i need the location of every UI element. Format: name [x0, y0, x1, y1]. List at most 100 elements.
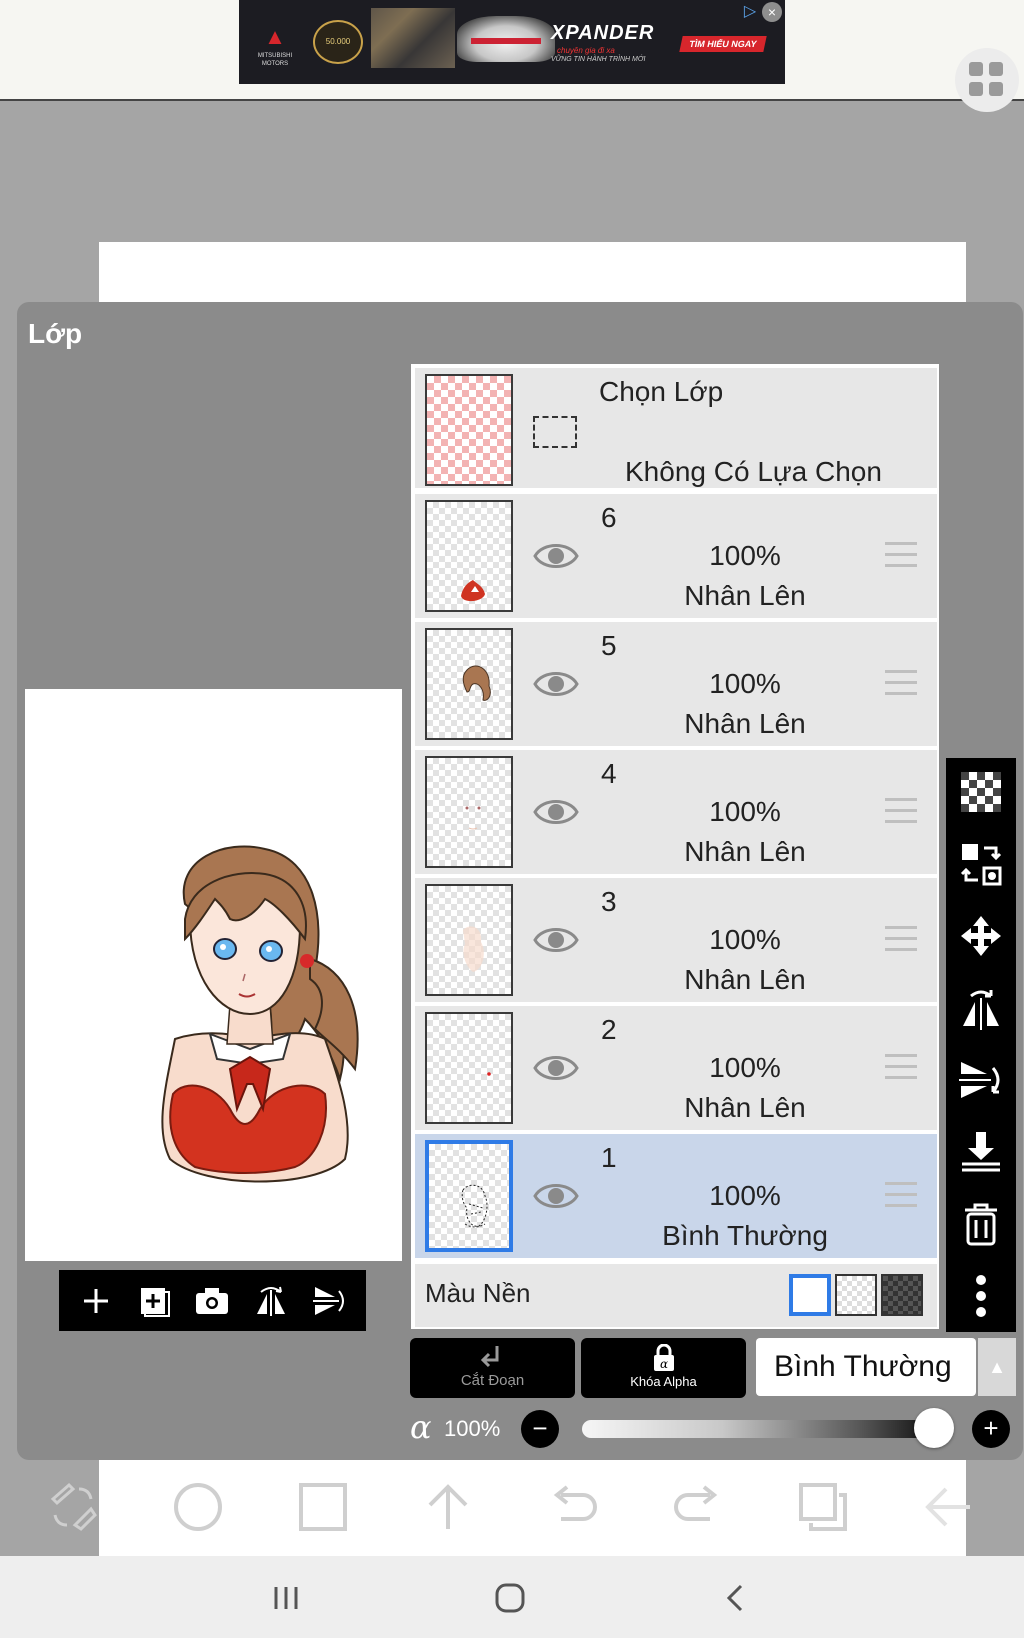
layer-row[interactable]: 5 100% Nhân Lên	[415, 622, 937, 746]
drag-handle-icon[interactable]	[885, 670, 917, 696]
more-vertical-icon	[976, 1275, 986, 1317]
selection-title: Chọn Lớp	[599, 376, 724, 407]
selection-layer-row[interactable]: Chọn Lớp Không Có Lựa Chọn	[415, 368, 937, 488]
layer-blend-mode: Nhân Lên	[684, 1092, 806, 1123]
canvas-preview[interactable]	[25, 689, 402, 1261]
trash-icon	[965, 1203, 997, 1246]
clipping-label: Cắt Đoạn	[460, 1372, 525, 1389]
drag-handle-icon[interactable]	[885, 1054, 917, 1080]
drag-handle-icon[interactable]	[885, 1182, 917, 1208]
layer-thumbnail	[425, 628, 513, 740]
ad-badge: 50.000	[313, 20, 363, 64]
plus-icon	[84, 1288, 109, 1313]
ellipse-tool-button[interactable]	[163, 1472, 233, 1542]
layer-number: 6	[601, 502, 617, 533]
recent-apps-button[interactable]	[262, 1574, 310, 1622]
bg-transparent-light-swatch[interactable]	[835, 1274, 877, 1316]
home-button[interactable]	[486, 1574, 534, 1622]
system-back-button[interactable]	[712, 1574, 760, 1622]
flip-horizontal-layer-button[interactable]	[957, 984, 1005, 1032]
ad-cta-button[interactable]: TÌM HIỂU NGAY	[679, 36, 767, 52]
flip-vertical-button[interactable]	[306, 1278, 352, 1324]
add-layer-button[interactable]	[73, 1278, 119, 1324]
visibility-eye-icon[interactable]	[533, 540, 579, 572]
duplicate-layer-button[interactable]	[131, 1278, 177, 1324]
layer-thumbnail	[425, 884, 513, 996]
ad-tagline: chuyên gia đi xa	[557, 46, 615, 55]
visibility-eye-icon[interactable]	[533, 796, 579, 828]
grid-icon	[969, 62, 983, 76]
opacity-increase-button[interactable]: +	[972, 1410, 1010, 1448]
drag-handle-icon[interactable]	[885, 542, 917, 568]
upload-button[interactable]	[413, 1472, 483, 1542]
checkerboard-icon	[961, 772, 1001, 812]
layer-number: 4	[601, 758, 617, 789]
flip-horizontal-button[interactable]	[248, 1278, 294, 1324]
camera-icon	[196, 1287, 229, 1314]
ad-banner[interactable]: ▲ MITSUBISHI MOTORS 50.000 XPANDER chuyên…	[239, 0, 785, 84]
swap-layer-button[interactable]	[957, 840, 1005, 888]
clipping-button[interactable]: Cắt Đoạn	[410, 1338, 575, 1398]
rectangle-tool-button[interactable]	[288, 1472, 358, 1542]
layer-row[interactable]: 3 100% Nhân Lên	[415, 878, 937, 1002]
tool-switch-button[interactable]	[38, 1472, 108, 1542]
redo-button[interactable]	[663, 1472, 733, 1542]
alpha-lock-button[interactable]: α Khóa Alpha	[581, 1338, 746, 1398]
swap-layers-icon	[960, 844, 1002, 886]
visibility-eye-icon[interactable]	[533, 1180, 579, 1212]
more-options-button[interactable]	[957, 1272, 1005, 1320]
ad-brand: XPANDER	[551, 22, 655, 44]
visibility-eye-icon[interactable]	[533, 668, 579, 700]
flip-vertical-layer-button[interactable]	[957, 1056, 1005, 1104]
bg-white-swatch[interactable]	[789, 1274, 831, 1316]
layer-row[interactable]: 6 100% Nhân Lên	[415, 494, 937, 618]
opacity-slider-handle[interactable]	[914, 1408, 954, 1448]
merge-down-button[interactable]	[957, 1128, 1005, 1176]
chevron-left-icon	[726, 1584, 743, 1612]
undo-button[interactable]	[538, 1472, 608, 1542]
square-icon	[299, 1483, 347, 1531]
ad-info-icon[interactable]: ▷	[740, 2, 760, 22]
layer-row[interactable]: 4 100% Nhân Lên	[415, 750, 937, 874]
opacity-slider[interactable]	[582, 1420, 932, 1438]
transparency-button[interactable]	[957, 768, 1005, 816]
grid-menu-button[interactable]	[955, 48, 1019, 112]
brush-eraser-icon	[50, 1482, 97, 1531]
merge-down-icon	[962, 1132, 1000, 1172]
layer-number: 1	[601, 1142, 617, 1173]
camera-button[interactable]	[189, 1278, 235, 1324]
bg-transparent-dark-swatch[interactable]	[881, 1274, 923, 1316]
layer-row[interactable]: 2 100% Nhân Lên	[415, 1006, 937, 1130]
home-icon	[495, 1583, 525, 1613]
redo-icon	[674, 1485, 718, 1521]
ad-close-icon[interactable]: ×	[762, 2, 782, 22]
move-button[interactable]	[957, 912, 1005, 960]
background-color-label: Màu Nền	[425, 1278, 531, 1308]
delete-layer-button[interactable]	[957, 1200, 1005, 1248]
visibility-eye-icon[interactable]	[533, 924, 579, 956]
ad-subline: VỮNG TIN HÀNH TRÌNH MỚI	[551, 56, 646, 63]
layer-thumbnail	[425, 1140, 513, 1252]
panel-title: Lớp	[28, 318, 83, 349]
layer-thumbnail	[425, 500, 513, 612]
layer-row-selected[interactable]: 1 100% Bình Thường	[415, 1134, 937, 1258]
flip-horizontal-icon	[256, 1286, 285, 1316]
layer-blend-mode: Nhân Lên	[684, 708, 806, 739]
blend-mode-select[interactable]: Bình Thường	[756, 1338, 976, 1396]
preview-toolbar	[59, 1270, 366, 1331]
system-nav-bar	[0, 1556, 1024, 1638]
layer-blend-mode: Nhân Lên	[684, 580, 806, 611]
layers-button[interactable]	[788, 1472, 858, 1542]
flip-vertical-icon	[312, 1286, 344, 1315]
chevron-up-icon[interactable]: ▲	[978, 1338, 1016, 1396]
visibility-eye-icon[interactable]	[533, 1052, 579, 1084]
lock-icon: α	[653, 1344, 674, 1371]
flip-vertical-icon	[959, 1062, 1000, 1098]
opacity-decrease-button[interactable]: −	[521, 1410, 559, 1448]
undo-icon	[553, 1485, 597, 1521]
drag-handle-icon[interactable]	[885, 798, 917, 824]
back-button[interactable]	[913, 1472, 983, 1542]
drag-handle-icon[interactable]	[885, 926, 917, 952]
layer-number: 5	[601, 630, 617, 661]
svg-text:α: α	[659, 1357, 667, 1371]
